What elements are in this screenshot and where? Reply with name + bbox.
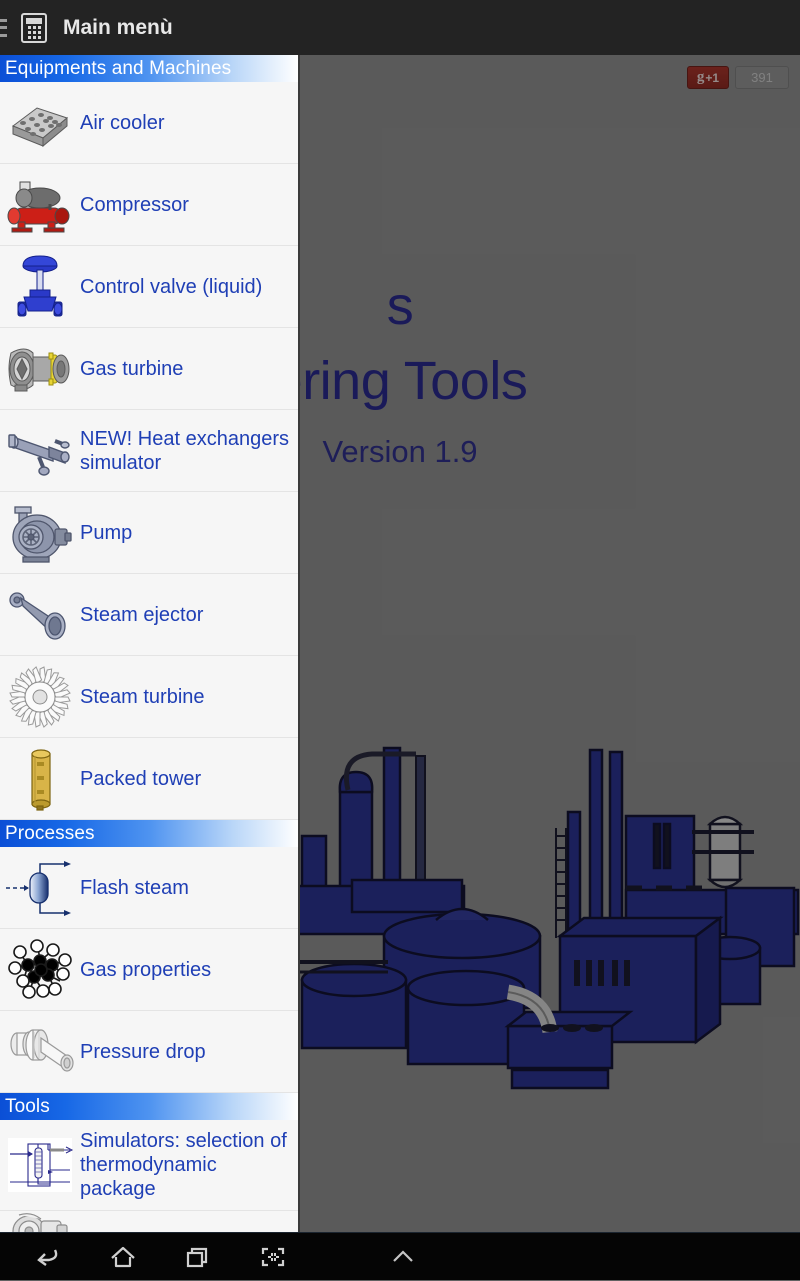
- screenshot-icon[interactable]: [235, 1233, 310, 1281]
- menu-item-flash-steam[interactable]: Flash steam: [0, 847, 298, 929]
- menu-item-label: Simulators: selection of thermodynamic p…: [80, 1130, 287, 1200]
- menu-item-label: Flash steam: [80, 876, 189, 899]
- google-plus-one-count: 391: [735, 66, 789, 89]
- top-action-bar: Main menù: [0, 0, 800, 55]
- steam-turbine-icon: [0, 656, 80, 737]
- menu-item-simulators-thermodynamic-package[interactable]: Simulators: selection of thermodynamic p…: [0, 1120, 298, 1211]
- back-arrow-icon[interactable]: [10, 1233, 85, 1281]
- menu-item-gas-turbine[interactable]: Gas turbine: [0, 328, 298, 410]
- control-valve-icon: [0, 246, 80, 327]
- android-navigation-bar: [0, 1232, 800, 1280]
- google-plus-one-button[interactable]: g +1: [687, 66, 729, 89]
- menu-item-compressor[interactable]: Compressor: [0, 164, 298, 246]
- recents-icon[interactable]: [160, 1233, 235, 1281]
- menu-item-label: Steam turbine: [80, 685, 205, 708]
- chevron-up-icon[interactable]: [365, 1233, 440, 1281]
- heat-exchanger-icon: [0, 410, 80, 491]
- menu-item-air-cooler[interactable]: Air cooler: [0, 82, 298, 164]
- menu-item-label: Gas turbine: [80, 357, 184, 380]
- section-header-processes: Processes: [0, 820, 298, 847]
- menu-item-label: NEW! Heat exchangers simulator: [80, 427, 289, 474]
- plus-one-label: +1: [705, 70, 720, 85]
- flash-vessel-icon: [0, 847, 80, 928]
- air-cooler-icon: [0, 82, 80, 163]
- menu-item-pressure-drop[interactable]: Pressure drop: [0, 1011, 298, 1093]
- menu-item-steam-ejector[interactable]: Steam ejector: [0, 574, 298, 656]
- section-header-tools: Tools: [0, 1093, 298, 1120]
- menu-item-label: Pump: [80, 521, 133, 544]
- menu-item-unit-converter[interactable]: [0, 1211, 298, 1232]
- menu-item-steam-turbine[interactable]: Steam turbine: [0, 656, 298, 738]
- menu-item-label: Compressor: [80, 193, 189, 216]
- compressor-icon: [0, 164, 80, 245]
- gas-turbine-icon: [0, 328, 80, 409]
- section-header-equipments: Equipments and Machines: [0, 55, 298, 82]
- packed-tower-icon: [0, 738, 80, 819]
- pipe-fitting-icon: [0, 1011, 80, 1092]
- menu-item-control-valve[interactable]: Control valve (liquid): [0, 246, 298, 328]
- menu-item-label: Steam ejector: [80, 603, 204, 626]
- menu-item-pump[interactable]: Pump: [0, 492, 298, 574]
- navigation-drawer[interactable]: Equipments and Machines Air cooler Compr…: [0, 55, 300, 1232]
- steam-ejector-icon: [0, 574, 80, 655]
- menu-item-heat-exchangers-simulator[interactable]: NEW! Heat exchangers simulator: [0, 410, 298, 492]
- menu-item-label: Air cooler: [80, 111, 165, 134]
- distillation-flowsheet-icon: [0, 1120, 80, 1210]
- menu-item-label: Gas properties: [80, 958, 212, 981]
- calculator-icon[interactable]: [21, 12, 47, 43]
- page-title: Main menù: [63, 15, 173, 39]
- home-icon[interactable]: [85, 1233, 160, 1281]
- pump-icon: [0, 492, 80, 573]
- molecule-icon: [0, 929, 80, 1010]
- unit-converter-icon: [0, 1211, 80, 1232]
- google-g-icon: g: [696, 69, 705, 85]
- menu-item-packed-tower[interactable]: Packed tower: [0, 738, 298, 820]
- menu-item-label: Packed tower: [80, 767, 202, 790]
- menu-item-label: Pressure drop: [80, 1040, 206, 1063]
- menu-item-label: Control valve (liquid): [80, 275, 263, 298]
- industrial-plant-illustration: [296, 746, 800, 1090]
- hamburger-icon[interactable]: [0, 17, 9, 39]
- google-plus-one-widget[interactable]: g +1 391: [687, 66, 789, 89]
- menu-item-gas-properties[interactable]: Gas properties: [0, 929, 298, 1011]
